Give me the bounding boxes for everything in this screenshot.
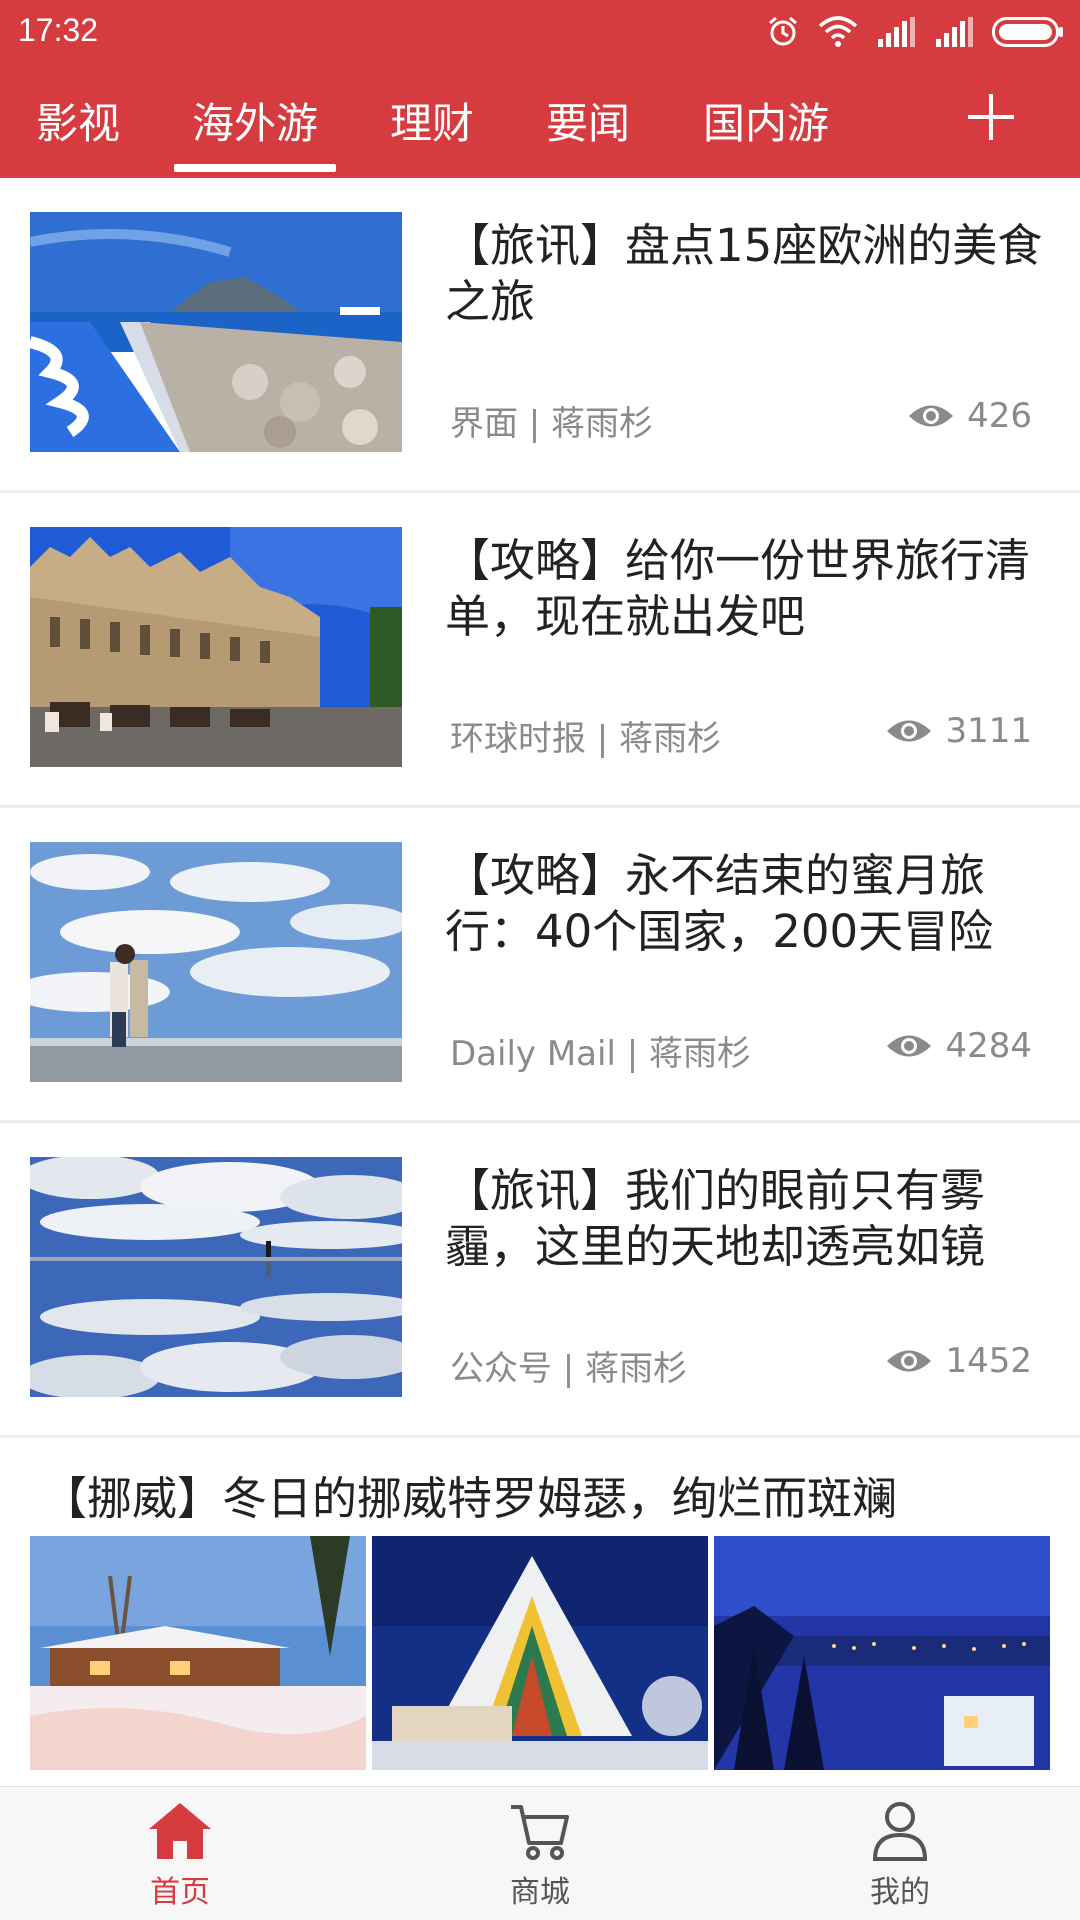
active-tab-indicator — [174, 164, 336, 172]
gallery-image-arctic-cathedral[interactable] — [372, 1536, 708, 1770]
article-title[interactable]: 【攻略】给你一份世界旅行清单，现在就出发吧 — [445, 533, 1045, 645]
article-views: 426 — [907, 396, 1032, 436]
user-icon — [872, 1802, 928, 1861]
article-thumbnail[interactable] — [30, 1157, 402, 1397]
signal-icon — [878, 17, 915, 47]
article-source: Daily Mail | 蒋雨杉 — [450, 1034, 751, 1074]
battery-icon — [992, 17, 1063, 47]
eye-icon — [909, 405, 954, 427]
nav-item-me[interactable]: 我的 — [810, 1799, 990, 1919]
status-icons — [766, 12, 1064, 52]
article-title[interactable]: 【旅讯】盘点15座欧洲的美食之旅 — [445, 218, 1045, 330]
nav-label-home: 首页 — [150, 1875, 210, 1910]
category-tabs: 影视 海外游 理财 要闻 国内游 — [0, 80, 1080, 178]
signal-icon-2 — [936, 17, 973, 47]
cart-icon — [511, 1805, 569, 1860]
article-item[interactable]: 【攻略】给你一份世界旅行清单，现在就出发吧 环球时报 | 蒋雨杉 3111 — [0, 493, 1080, 808]
article-title[interactable]: 【旅讯】我们的眼前只有雾霾，这里的天地却透亮如镜 — [445, 1163, 1045, 1275]
article-title[interactable]: 【攻略】永不结束的蜜月旅行：40个国家，200天冒险 — [445, 848, 1045, 960]
view-count: 1452 — [945, 1341, 1032, 1381]
gallery-image-night-city[interactable] — [714, 1536, 1050, 1770]
nav-label-me: 我的 — [870, 1875, 930, 1910]
status-bar: 17:32 — [0, 0, 1080, 62]
gallery-post[interactable]: 【挪威】冬日的挪威特罗姆瑟，绚烂而斑斓 — [0, 1440, 1080, 1785]
view-count: 426 — [967, 396, 1032, 436]
article-item[interactable]: 【攻略】永不结束的蜜月旅行：40个国家，200天冒险 Daily Mail | … — [0, 808, 1080, 1123]
article-thumbnail[interactable] — [30, 212, 402, 452]
tab-overseas-travel[interactable]: 海外游 — [192, 90, 318, 151]
bottom-nav: 首页 商城 我的 — [0, 1786, 1080, 1920]
wifi-icon — [818, 16, 858, 47]
status-time: 17:32 — [18, 12, 99, 48]
tab-film[interactable]: 影视 — [36, 90, 120, 151]
eye-icon — [887, 1035, 932, 1057]
view-count: 3111 — [945, 711, 1032, 751]
eye-icon — [887, 720, 932, 742]
gallery-image-snowy-cabin[interactable] — [30, 1536, 366, 1770]
article-thumbnail[interactable] — [30, 842, 402, 1082]
tab-headlines[interactable]: 要闻 — [546, 90, 630, 151]
article-views: 1452 — [885, 1341, 1032, 1381]
home-icon — [149, 1803, 211, 1859]
alarm-icon — [769, 16, 797, 46]
app-root: 17:32 影视 海外游 理财 要闻 国内游 【旅讯】盘点15座欧洲的美食之旅 … — [0, 0, 1080, 1920]
article-source: 公众号 | 蒋雨杉 — [450, 1349, 688, 1389]
article-item[interactable]: 【旅讯】我们的眼前只有雾霾，这里的天地却透亮如镜 公众号 | 蒋雨杉 1452 — [0, 1123, 1080, 1438]
article-views: 3111 — [885, 711, 1032, 751]
article-source: 界面 | 蒋雨杉 — [450, 404, 654, 444]
view-count: 4284 — [945, 1026, 1032, 1066]
tab-finance[interactable]: 理财 — [390, 90, 474, 151]
nav-label-mall: 商城 — [510, 1875, 570, 1910]
article-views: 4284 — [885, 1026, 1032, 1066]
gallery-title[interactable]: 【挪威】冬日的挪威特罗姆瑟，绚烂而斑斓 — [42, 1462, 897, 1527]
header: 17:32 影视 海外游 理财 要闻 国内游 — [0, 0, 1080, 178]
nav-item-mall[interactable]: 商城 — [450, 1799, 630, 1919]
article-source: 环球时报 | 蒋雨杉 — [450, 719, 722, 759]
article-item[interactable]: 【旅讯】盘点15座欧洲的美食之旅 界面 | 蒋雨杉 426 — [0, 178, 1080, 493]
nav-item-home[interactable]: 首页 — [90, 1799, 270, 1919]
article-thumbnail[interactable] — [30, 527, 402, 767]
tab-domestic-travel[interactable]: 国内游 — [703, 90, 829, 151]
eye-icon — [887, 1350, 932, 1372]
add-tab-icon[interactable] — [964, 90, 1018, 144]
